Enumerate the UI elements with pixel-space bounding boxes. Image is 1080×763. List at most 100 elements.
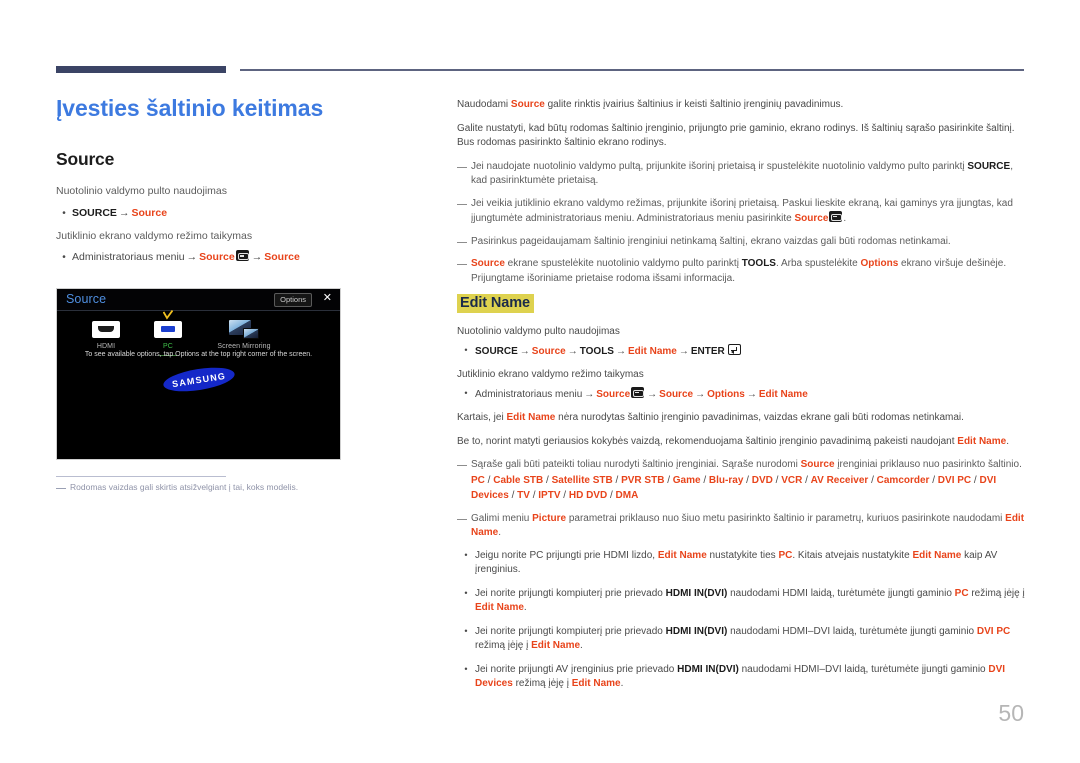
editname-remote-path: • SOURCE → Source → TOOLS → Edit Name → ENTER xyxy=(457,343,1027,360)
editname-touch-path: • Administratoriaus meniu → Source → Source →… xyxy=(457,386,1027,403)
keyword-source: Source xyxy=(510,99,545,110)
keyword-edit-name: Edit Name xyxy=(506,412,556,423)
screenshot-footnote: Rodomas vaizdas gali skirtis atsižvelgia… xyxy=(56,482,396,494)
note-row-4: Source ekrane spustelėkite nuotolinio va… xyxy=(457,257,1027,286)
p2-a: Be to, norint matyti geriausios kokybės … xyxy=(457,435,958,447)
keyword-edit-name: Edit Name xyxy=(912,549,962,561)
source-item-label: PC xyxy=(163,343,173,350)
screenshot-titlebar: Source Options ✕ xyxy=(57,289,340,311)
admin-menu-label: Administratoriaus meniu xyxy=(475,388,583,400)
note2-b: . xyxy=(843,213,847,224)
device-name: DVD xyxy=(751,474,773,486)
note-row-2: Jei veikia jutiklinio ekrano valdymo rež… xyxy=(457,197,1027,227)
menu-source: Source xyxy=(199,251,235,264)
device-name: IPTV xyxy=(538,490,561,501)
key-tools: TOOLS xyxy=(579,345,614,357)
b2-c: režimą įėję į xyxy=(968,587,1025,599)
menu-source: Source xyxy=(659,388,694,400)
source-item-hdmi[interactable]: HDMI xyxy=(75,319,137,350)
dash-marker-icon xyxy=(457,465,467,467)
editname-bullet-2-text: Jei norite prijungti kompiuterį prie pri… xyxy=(475,587,1027,616)
keyword-edit-name: Edit Name xyxy=(475,602,524,613)
intro-paragraph-1: Naudodami Source galite rinktis įvairius… xyxy=(457,98,1027,113)
note-text-2: Jei veikia jutiklinio ekrano valdymo rež… xyxy=(471,197,1027,227)
device-name: HD DVD xyxy=(568,490,608,501)
editname-bullet-1-text: Jeigu norite PC prijungti prie HDMI lizd… xyxy=(475,549,1027,578)
pic-b: parametrai priklauso nuo šiuo metu pasir… xyxy=(566,512,1006,524)
page-number: 50 xyxy=(998,700,1024,726)
devlist-b: įrenginiai priklauso nuo pasirinkto šalt… xyxy=(834,459,1022,470)
note-text-1: Jei naudojate nuotolinio valdymo pultą, … xyxy=(471,160,1027,189)
editname-remote-label: Nuotolinio valdymo pulto naudojimas xyxy=(457,326,620,337)
dash-marker-icon xyxy=(56,488,66,490)
note2-a: Jei veikia jutiklinio ekrano valdymo rež… xyxy=(471,197,1013,225)
keyword-source: Source xyxy=(471,258,505,269)
close-icon[interactable]: ✕ xyxy=(323,293,332,304)
note-row-3: Pasirinkus pageidaujamam šaltinio įrengi… xyxy=(457,235,1027,250)
options-button[interactable]: Options xyxy=(274,293,312,307)
keyword-source-button: SOURCE xyxy=(967,160,1011,172)
intro-paragraph-2: Galite nustatyti, kad būtų rodomas šalti… xyxy=(457,122,1015,149)
editname-para-2: Be to, norint matyti geriausios kokybės … xyxy=(457,435,1027,450)
page-title: Įvesties šaltinio keitimas xyxy=(56,95,324,121)
menu-options: Options xyxy=(707,388,745,400)
editname-bullet-4-text: Jei norite prijungti AV įrenginius prie … xyxy=(475,663,1027,692)
bullet-dot-icon: • xyxy=(464,663,468,674)
device-name: Cable STB xyxy=(493,474,544,486)
device-name: DMA xyxy=(615,490,639,501)
manual-page: Įvesties šaltinio keitimas Source Nuotol… xyxy=(0,0,1080,763)
menu-source: Source xyxy=(131,206,168,219)
bullet-dot-icon: • xyxy=(62,207,66,219)
remote-path-text: SOURCE → Source xyxy=(72,206,167,220)
bullet-dot-icon: • xyxy=(464,549,468,560)
device-list-note: Sąraše gali būti pateikti toliau nurodyt… xyxy=(457,458,1027,504)
arrow-icon: → xyxy=(615,345,626,357)
arrow-icon: → xyxy=(678,345,689,357)
source-item-label: HDMI xyxy=(96,343,116,350)
b3-c: režimą įėję į xyxy=(475,640,532,651)
remote-path-bullet: • SOURCE → Source xyxy=(56,206,406,221)
editname-touch-label: Jutiklinio ekrano valdymo režimo taikyma… xyxy=(457,369,644,380)
device-name-list: PC / Cable STB / Satellite STB / PVR STB… xyxy=(471,475,996,502)
device-separator: / xyxy=(802,474,811,486)
device-separator: / xyxy=(664,474,673,486)
device-separator: / xyxy=(868,474,877,486)
p1-b: nėra nurodytas šaltinio įrenginio pavadi… xyxy=(555,412,964,423)
source-item-label: Screen Mirroring xyxy=(217,343,271,350)
dash-marker-icon xyxy=(457,203,467,205)
p2-b: . xyxy=(1006,435,1009,447)
edit-name-section: Edit Name Nuotolinio valdymo pulto naudo… xyxy=(457,294,1027,692)
b4-d: . xyxy=(620,678,624,689)
device-name: Game xyxy=(672,474,701,486)
admin-menu-label: Administratoriaus meniu xyxy=(72,251,185,264)
source-item-pc[interactable]: PC xyxy=(137,310,199,356)
keyword-source: Source xyxy=(794,213,829,224)
pc-vga-icon xyxy=(137,319,199,339)
touch-usage-label: Jutiklinio ekrano valdymo režimo taikyma… xyxy=(56,230,253,243)
keyword-hdmi-in-dvi: HDMI IN(DVI) xyxy=(677,663,739,675)
arrow-icon: → xyxy=(567,345,578,357)
arrow-icon: → xyxy=(695,388,706,400)
bullet-dot-icon: • xyxy=(464,587,468,598)
menu-edit-name: Edit Name xyxy=(758,388,808,400)
section-title-source: Source xyxy=(56,149,115,170)
device-name: Satellite STB xyxy=(551,474,613,486)
device-separator: / xyxy=(743,474,752,486)
editname-bullet-1: • Jeigu norite PC prijungti prie HDMI li… xyxy=(457,549,1027,578)
editname-bullet-4: • Jei norite prijungti AV įrenginius pri… xyxy=(457,663,1027,692)
device-separator: / xyxy=(612,474,622,486)
dash-marker-icon xyxy=(457,518,467,520)
arrow-icon: → xyxy=(746,388,757,400)
device-separator: / xyxy=(700,474,709,486)
bullet-dot-icon: • xyxy=(464,344,468,355)
keyword-dvi-pc: DVI PC xyxy=(976,625,1011,637)
source-item-screen-mirroring[interactable]: Screen Mirroring xyxy=(199,319,289,350)
picture-menu-note: Galimi meniu Picture parametrai priklaus… xyxy=(457,512,1027,541)
device-separator: / xyxy=(484,474,494,486)
dash-marker-icon xyxy=(457,166,467,168)
touch-path-text: Administratoriaus meniu → Source → Source xyxy=(72,250,300,264)
note-text-3: Pasirinkus pageidaujamam šaltinio įrengi… xyxy=(471,235,951,247)
arrow-icon: → xyxy=(186,251,198,264)
intro1-b: galite rinktis įvairius šaltinius ir kei… xyxy=(544,99,844,110)
b2-a: Jei norite prijungti kompiuterį prie pri… xyxy=(475,587,666,599)
